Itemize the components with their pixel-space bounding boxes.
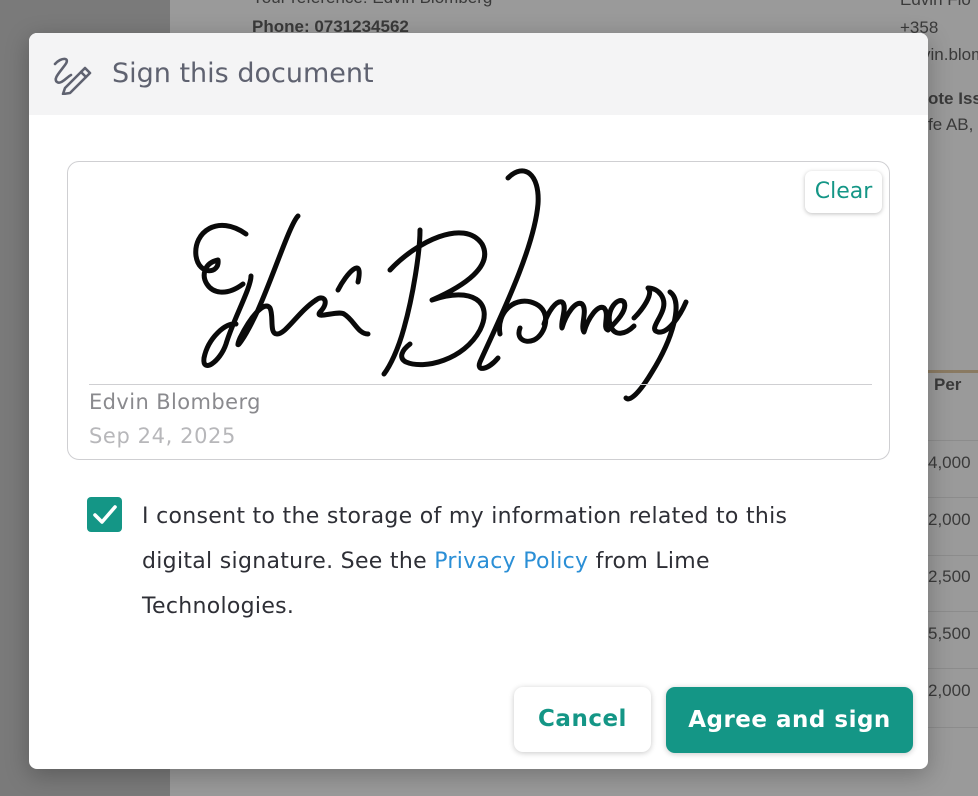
doc-right-company: fe AB, [928, 115, 974, 134]
checkmark-icon [93, 505, 117, 524]
doc-table-rule [928, 370, 978, 373]
clear-signature-button[interactable]: Clear [805, 171, 882, 213]
doc-right-email: vin.blom [922, 45, 978, 64]
doc-right-name: Edvin Flo [900, 0, 971, 10]
privacy-policy-link[interactable]: Privacy Policy [434, 549, 588, 574]
signature-baseline [89, 384, 872, 385]
doc-right-heading: ote Iss [928, 89, 978, 108]
doc-reference-line: Your reference: Edvin Blomberg [252, 0, 492, 8]
signature-pen-icon [53, 57, 92, 95]
doc-amount: 2,500 [928, 567, 971, 586]
doc-table-rule [928, 727, 978, 728]
consent-text: I consent to the storage of my informati… [142, 494, 862, 629]
signature-pad[interactable]: Clear Edvin Blomberg Sep 24, 2025 [67, 161, 890, 460]
doc-table-rule [928, 440, 978, 441]
agree-and-sign-button[interactable]: Agree and sign [666, 687, 913, 753]
doc-table-rule [928, 611, 978, 612]
doc-amount: 4,000 [928, 453, 971, 472]
sign-document-dialog: Sign this document Clear Edvin Blomberg … [29, 33, 928, 769]
cancel-button[interactable]: Cancel [514, 687, 651, 752]
doc-amount: 2,000 [928, 510, 971, 529]
consent-checkbox[interactable] [87, 497, 122, 532]
doc-column-header: Per [934, 375, 962, 394]
signature-date: Sep 24, 2025 [89, 424, 236, 448]
doc-table-rule [928, 497, 978, 498]
signature-drawing [193, 168, 689, 402]
doc-amount: 5,500 [928, 624, 971, 643]
doc-amount: 2,000 [928, 681, 971, 700]
dialog-title: Sign this document [112, 58, 374, 89]
dialog-header: Sign this document [29, 33, 928, 115]
doc-table-rule [928, 555, 978, 556]
signer-name: Edvin Blomberg [89, 390, 261, 414]
doc-table-rule [928, 668, 978, 669]
